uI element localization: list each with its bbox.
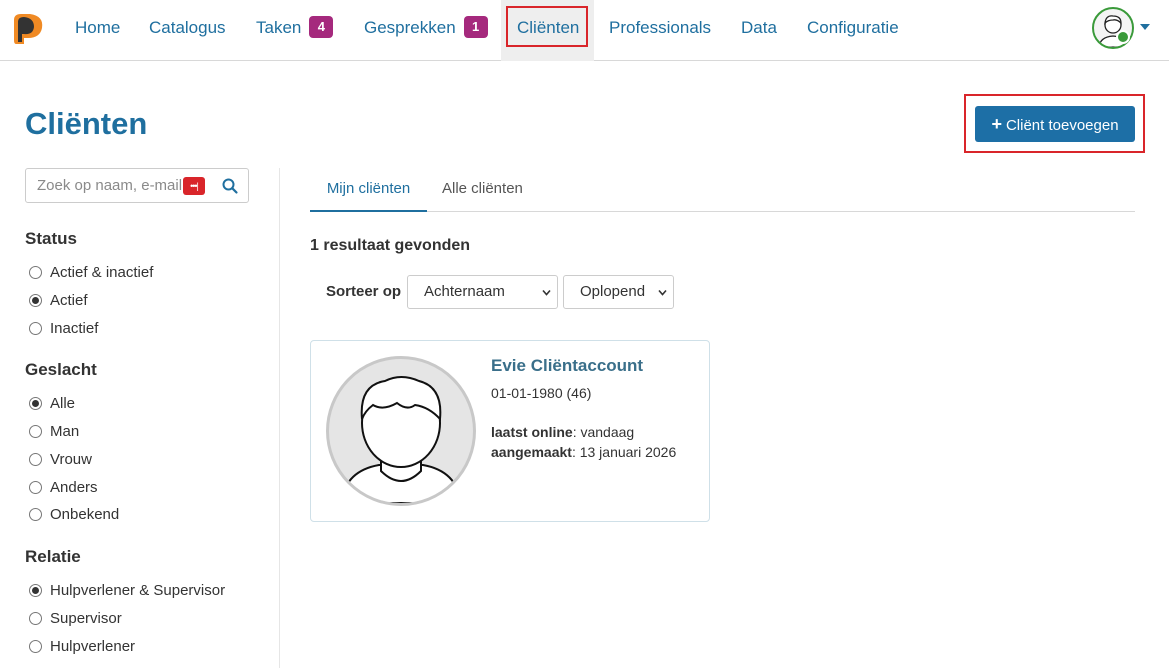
nav-clienten[interactable]: Cliënten xyxy=(501,0,594,61)
nav-taken-label: Taken xyxy=(256,18,302,37)
nav-catalogus[interactable]: Catalogus xyxy=(149,0,226,61)
sort-field-select[interactable]: Achternaam xyxy=(407,275,558,309)
relation-option-label: Hulpverlener xyxy=(50,637,136,655)
gender-option-vrouw[interactable]: Vrouw xyxy=(29,449,92,469)
radio-icon[interactable] xyxy=(29,265,42,279)
sort-order-value: Oplopend xyxy=(580,283,646,300)
tab-alle-clienten[interactable]: Alle cliënten xyxy=(442,172,523,212)
radio-icon[interactable] xyxy=(29,321,42,335)
nav-data-label: Data xyxy=(741,18,777,37)
client-created: aangemaakt: 13 januari 2026 xyxy=(491,444,676,460)
radio-icon[interactable] xyxy=(29,507,42,521)
nav-gesprekken-label: Gesprekken xyxy=(364,18,456,37)
sort-order-select[interactable]: Oplopend xyxy=(563,275,674,309)
created-label: aangemaakt xyxy=(491,444,572,460)
sort-label: Sorteer op xyxy=(326,283,402,300)
client-avatar-icon[interactable] xyxy=(326,356,476,506)
sidebar-divider xyxy=(279,168,280,668)
relation-option-both[interactable]: Hulpverlener & Supervisor xyxy=(29,580,225,600)
add-client-label: Cliënt toevoegen xyxy=(1005,117,1119,134)
tabs-divider xyxy=(310,211,1135,212)
gender-option-label: Vrouw xyxy=(50,450,92,468)
caret-down-icon[interactable] xyxy=(1140,24,1150,30)
radio-icon[interactable] xyxy=(29,611,42,625)
chevron-down-icon xyxy=(542,289,551,296)
gender-option-label: Anders xyxy=(50,478,98,496)
radio-checked-icon[interactable] xyxy=(29,293,42,307)
relation-option-label: Supervisor xyxy=(50,609,122,627)
relation-option-supervisor[interactable]: Supervisor xyxy=(29,608,122,628)
last-online-value: : vandaag xyxy=(572,424,635,440)
chevron-down-icon xyxy=(658,289,667,296)
user-avatar-icon[interactable] xyxy=(1092,7,1134,49)
nav-professionals-label: Professionals xyxy=(609,18,712,37)
status-filter-title: Status xyxy=(25,229,77,248)
status-option-label: Inactief xyxy=(50,319,99,337)
radio-icon[interactable] xyxy=(29,424,42,438)
search-icon[interactable] xyxy=(221,177,239,195)
gender-option-label: Alle xyxy=(50,394,76,412)
created-value: : 13 januari 2026 xyxy=(571,444,677,460)
gender-option-man[interactable]: Man xyxy=(29,421,79,441)
plus-icon: + xyxy=(991,114,1002,134)
nav-taken[interactable]: Taken 4 xyxy=(256,0,334,61)
password-manager-icon[interactable]: •••| xyxy=(183,177,205,195)
top-navbar: Home Catalogus Taken 4 Gesprekken 1 Cliënt… xyxy=(0,0,1169,61)
gender-filter-title: Geslacht xyxy=(25,360,97,379)
online-status-icon xyxy=(1116,30,1130,44)
relation-option-hulpverlener[interactable]: Hulpverlener xyxy=(29,636,135,656)
status-option-active[interactable]: Actief xyxy=(29,290,88,310)
client-last-online: laatst online: vandaag xyxy=(491,424,634,440)
nav-configuratie[interactable]: Configuratie xyxy=(807,0,899,61)
status-option-all[interactable]: Actief & inactief xyxy=(29,262,153,282)
page-title: Cliënten xyxy=(25,106,148,141)
nav-gesprekken[interactable]: Gesprekken 1 xyxy=(364,0,488,61)
radio-icon[interactable] xyxy=(29,452,42,466)
sort-field-value: Achternaam xyxy=(424,283,505,300)
nav-catalogus-label: Catalogus xyxy=(149,18,226,37)
radio-icon[interactable] xyxy=(29,480,42,494)
tab-mijn-clienten[interactable]: Mijn cliënten xyxy=(310,172,427,212)
client-name[interactable]: Evie Cliëntaccount xyxy=(491,356,643,376)
status-option-inactive[interactable]: Inactief xyxy=(29,318,98,338)
client-birthdate: 01-01-1980 (46) xyxy=(491,385,592,401)
radio-checked-icon[interactable] xyxy=(29,396,42,410)
gender-option-anders[interactable]: Anders xyxy=(29,477,98,497)
results-count: 1 resultaat gevonden xyxy=(310,237,471,254)
radio-icon[interactable] xyxy=(29,639,42,653)
status-option-label: Actief xyxy=(50,291,88,309)
nav-home-label: Home xyxy=(75,18,121,37)
nav-home[interactable]: Home xyxy=(75,0,120,61)
nav-data[interactable]: Data xyxy=(741,0,777,61)
app-logo-icon[interactable] xyxy=(10,10,46,46)
taken-count-badge: 4 xyxy=(309,16,334,38)
gender-option-label: Onbekend xyxy=(50,505,120,523)
relation-option-label: Hulpverlener & Supervisor xyxy=(50,581,226,599)
search-box: •••| xyxy=(25,168,249,203)
gender-option-onbekend[interactable]: Onbekend xyxy=(29,504,119,524)
relation-filter-title: Relatie xyxy=(25,547,81,566)
gesprekken-count-badge: 1 xyxy=(463,16,488,38)
last-online-label: laatst online xyxy=(491,424,573,440)
add-client-button[interactable]: + Cliënt toevoegen xyxy=(975,106,1135,142)
gender-option-label: Man xyxy=(50,422,80,440)
gender-option-all[interactable]: Alle xyxy=(29,393,75,413)
nav-professionals[interactable]: Professionals xyxy=(609,0,711,61)
nav-configuratie-label: Configuratie xyxy=(807,18,899,37)
status-option-label: Actief & inactief xyxy=(50,263,154,281)
radio-checked-icon[interactable] xyxy=(29,583,42,597)
nav-clienten-highlight xyxy=(506,6,588,47)
